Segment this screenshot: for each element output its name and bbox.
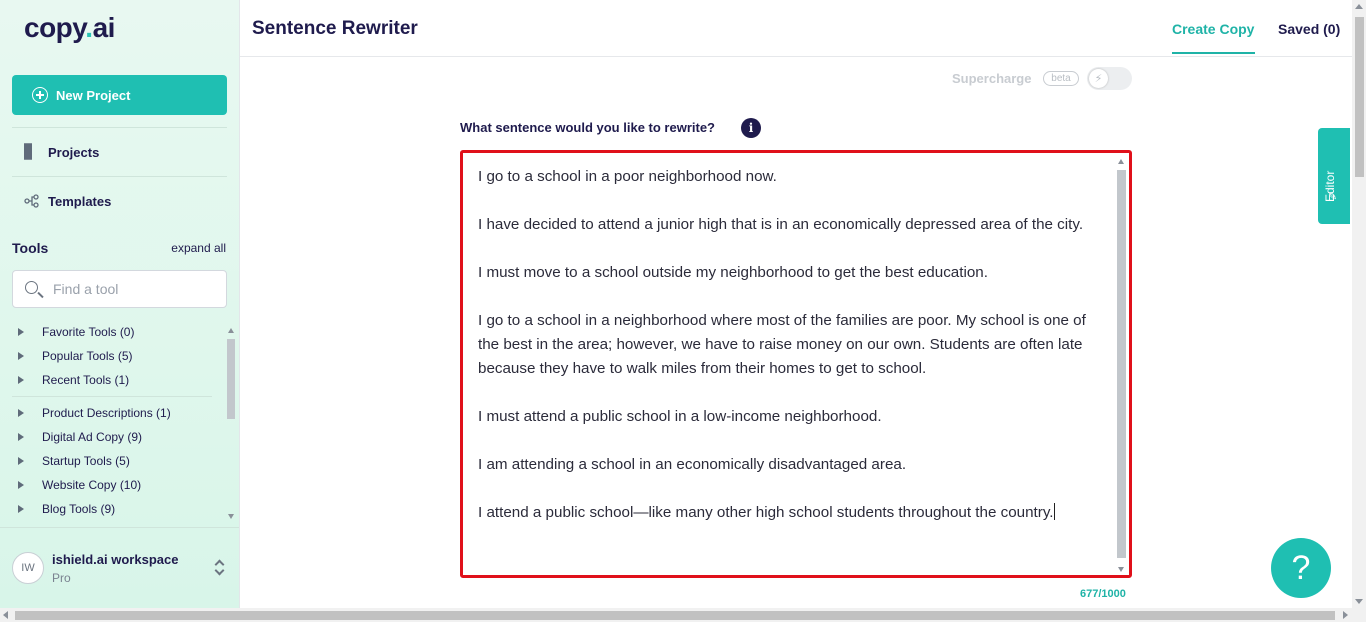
help-button[interactable]: ? [1271,538,1331,598]
scroll-left-icon[interactable] [3,611,8,619]
sentence-input-text: I go to a school in a poor neighborhood … [478,168,1086,521]
scroll-down-icon[interactable] [1118,567,1124,572]
new-project-label: New Project [56,87,131,103]
supercharge-toggle[interactable]: ⚡ [1087,67,1132,90]
expand-all-link[interactable]: expand all [171,241,226,255]
scrollbar-thumb[interactable] [227,339,235,419]
page-vertical-scrollbar[interactable] [1352,0,1366,608]
editor-panel-tab[interactable]: ✎ Editor [1318,128,1350,224]
tool-group-startup-tools[interactable]: Startup Tools (5) [12,452,130,470]
tool-group-label: Website Copy (10) [42,478,142,492]
tools-heading: Tools [12,240,49,256]
tool-group-list: Favorite Tools (0) Popular Tools (5) Rec… [12,322,224,522]
sidebar: copy.ai New Project Projects Templates T… [0,0,240,608]
caret-right-icon [18,481,24,489]
tab-create-copy[interactable]: Create Copy [1172,21,1254,37]
editor-tab-label: Editor [1323,170,1337,202]
tool-group-label: Favorite Tools (0) [42,325,135,339]
caret-right-icon [18,457,24,465]
caret-right-icon [18,376,24,384]
logo-dot: . [85,12,93,43]
text-caret [1053,503,1055,520]
scrollbar-thumb[interactable] [15,611,1335,620]
divider [12,176,227,177]
workspace-name: ishield.ai workspace [52,552,179,567]
character-counter: 677/1000 [1080,588,1126,600]
top-header: Sentence Rewriter Create Copy Saved (0) [240,0,1352,57]
sidebar-item-templates[interactable]: Templates [24,193,111,209]
input-scrollbar[interactable] [1115,156,1127,575]
sentence-input[interactable]: I go to a school in a poor neighborhood … [460,150,1132,578]
search-icon [25,281,38,294]
scroll-up-icon[interactable] [1355,4,1363,9]
chevron-updown-icon[interactable] [214,558,226,578]
plus-circle-icon [32,87,48,103]
caret-right-icon [18,505,24,513]
tool-group-digital-ad-copy[interactable]: Digital Ad Copy (9) [12,428,142,446]
tool-group-favorite[interactable]: Favorite Tools (0) [12,323,134,341]
workspace-switcher[interactable]: IW ishield.ai workspace Pro [0,527,239,608]
caret-right-icon [18,409,24,417]
scroll-down-icon[interactable] [1355,599,1363,604]
divider [12,127,227,128]
scroll-up-icon[interactable] [228,328,234,333]
avatar: IW [12,552,44,584]
sidebar-item-label: Templates [48,193,112,209]
new-project-button[interactable]: New Project [12,75,227,115]
page-horizontal-scrollbar[interactable] [0,608,1366,622]
supercharge-label: Supercharge [952,71,1032,86]
find-tool-input[interactable]: Find a tool [12,270,227,308]
tool-group-popular[interactable]: Popular Tools (5) [12,347,133,365]
scroll-right-icon[interactable] [1343,611,1348,619]
info-icon[interactable]: i [741,118,761,138]
workspace-plan: Pro [52,571,71,585]
tool-group-label: Popular Tools (5) [42,349,133,363]
divider [12,396,212,397]
tool-group-label: Product Descriptions (1) [42,406,171,420]
tool-group-label: Digital Ad Copy (9) [42,430,143,444]
active-tab-indicator [1172,52,1255,54]
tool-group-recent[interactable]: Recent Tools (1) [12,371,129,389]
templates-icon [24,193,40,209]
scroll-up-icon[interactable] [1118,159,1124,164]
beta-badge: beta [1043,71,1079,86]
copyai-logo[interactable]: copy.ai [24,12,115,44]
tool-group-label: Blog Tools (9) [42,502,116,516]
scroll-down-icon[interactable] [228,514,234,519]
input-label: What sentence would you like to rewrite? [460,120,715,135]
sidebar-item-projects[interactable]: Projects [24,143,100,160]
logo-text: copy [24,12,86,43]
page-title: Sentence Rewriter [252,18,418,39]
tab-saved[interactable]: Saved (0) [1278,21,1340,37]
scrollbar-thumb[interactable] [1117,170,1126,558]
grid-icon [24,143,40,160]
tool-list-scrollbar[interactable] [225,325,236,525]
caret-right-icon [18,352,24,360]
find-tool-placeholder: Find a tool [53,281,119,297]
lightning-icon: ⚡ [1089,69,1108,88]
tool-group-product-descriptions[interactable]: Product Descriptions (1) [12,404,171,422]
tool-group-blog-tools[interactable]: Blog Tools (9) [12,500,115,518]
caret-right-icon [18,433,24,441]
caret-right-icon [18,328,24,336]
sidebar-item-label: Projects [48,144,100,160]
scrollbar-thumb[interactable] [1355,17,1364,177]
tool-group-label: Recent Tools (1) [42,373,130,387]
logo-suffix: ai [92,12,116,43]
tool-group-website-copy[interactable]: Website Copy (10) [12,476,141,494]
tool-group-label: Startup Tools (5) [42,454,130,468]
